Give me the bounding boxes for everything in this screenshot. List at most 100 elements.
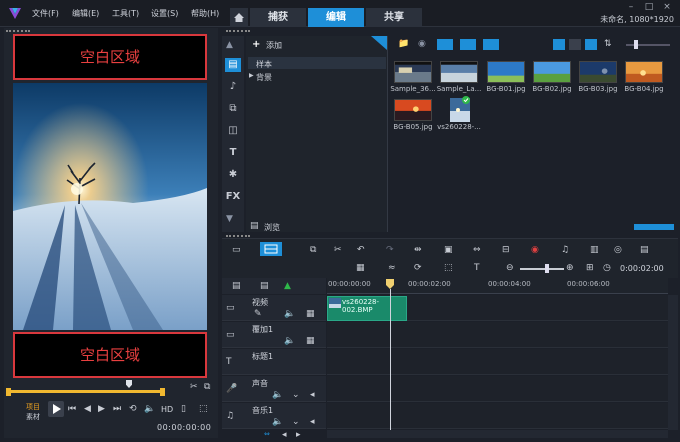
add-folder-button[interactable]: 添加 [266, 40, 282, 51]
folder-item-sample[interactable]: 样本 [248, 57, 386, 69]
track-motion-icon[interactable]: ⟳ [414, 263, 422, 273]
mute-icon[interactable]: 🔈 [272, 417, 283, 427]
panel-grip[interactable] [226, 235, 250, 237]
music-icon[interactable]: ♪ [225, 80, 241, 94]
thumbnail-size-handle[interactable] [634, 40, 638, 49]
tab-share[interactable]: 共享 [366, 8, 422, 27]
mute-icon[interactable]: 🔈 [284, 336, 295, 346]
add-icon[interactable]: + [252, 39, 260, 50]
trim-icon[interactable]: ⇹ [414, 245, 422, 255]
multicam-icon[interactable]: ◎ [614, 245, 622, 255]
expand-icon[interactable]: ◂ [310, 417, 315, 427]
view-list-icon[interactable] [553, 39, 565, 50]
view-thumbnails-icon[interactable] [585, 39, 597, 50]
track-header-video[interactable]: ▭ 视频 ✎ 🔈 ▦ [222, 295, 326, 321]
grid-icon[interactable]: ▦ [306, 336, 315, 346]
device-icon[interactable]: ▯ [181, 404, 186, 414]
play-button[interactable] [48, 401, 64, 417]
track-header-title[interactable]: T 标题1 [222, 349, 326, 375]
record-icon[interactable]: ◉ [418, 39, 426, 49]
expand-icon[interactable]: ◂ [310, 390, 315, 400]
fx-icon[interactable]: FX [225, 190, 241, 204]
aspect-icon[interactable]: ⬚ [199, 404, 208, 414]
scroll-left-icon[interactable]: ◂ [282, 430, 287, 440]
track-lane-music[interactable] [327, 403, 668, 429]
volume-icon[interactable]: 🔈 [144, 404, 155, 414]
minimize-icon[interactable]: – [624, 2, 638, 12]
preview-timecode[interactable]: 00:00:00:00 [157, 423, 211, 432]
media-thumb-6[interactable] [394, 99, 432, 121]
trim-bar[interactable] [8, 390, 164, 393]
zoom-in-icon[interactable]: ⊕ [566, 263, 574, 273]
record-audio-icon[interactable]: ◉ [531, 245, 539, 255]
redo-icon[interactable]: ↷ [386, 245, 394, 255]
browse-button[interactable]: 浏览 [264, 222, 280, 233]
mode-project[interactable]: 项目 [26, 402, 40, 412]
media-thumb-2[interactable] [487, 61, 525, 83]
scissors-icon[interactable]: ✂ [334, 245, 342, 255]
tab-capture[interactable]: 捕获 [250, 8, 306, 27]
maximize-icon[interactable]: □ [642, 2, 656, 12]
library-options-icon[interactable] [634, 224, 674, 230]
mask-icon[interactable]: ▦ [356, 263, 365, 273]
track-lane-overlay[interactable] [327, 322, 668, 348]
video-clip[interactable]: vs260228-002.BMP [327, 296, 407, 321]
fit-icon[interactable]: ▣ [444, 245, 453, 255]
filter-audio-button[interactable] [483, 39, 499, 50]
media-thumb-5[interactable] [625, 61, 663, 83]
menu-edit[interactable]: 编辑(E) [72, 8, 99, 19]
title-icon[interactable]: T [225, 146, 241, 160]
zoom-out-icon[interactable]: ⊖ [506, 263, 514, 273]
grid-icon[interactable]: ▦ [306, 309, 315, 319]
thumbnail-size-slider[interactable] [626, 44, 670, 46]
close-icon[interactable]: × [660, 2, 674, 12]
scroll-down-icon[interactable]: ▼ [226, 214, 233, 224]
menu-help[interactable]: 帮助(H) [191, 8, 219, 19]
lock-icon[interactable]: ✎ [254, 309, 262, 319]
storyboard-view-icon[interactable]: ▭ [232, 245, 241, 255]
transition-icon[interactable]: ⧉ [225, 102, 241, 116]
graphics-icon[interactable]: ✱ [225, 168, 241, 182]
timeline-view-button[interactable] [260, 242, 282, 256]
repeat-icon[interactable]: ⟲ [129, 404, 137, 414]
zoom-indicator-icon[interactable]: ⇔ [264, 430, 270, 438]
track-options-icon[interactable]: ▤ [260, 281, 269, 291]
zoom-handle[interactable] [545, 264, 549, 273]
track-header-overlay[interactable]: ▭ 覆加1 🔈 ▦ [222, 322, 326, 348]
import-folder-icon[interactable]: 📁 [398, 39, 409, 49]
media-thumb-1[interactable] [440, 61, 478, 83]
tab-home[interactable] [230, 8, 248, 27]
mute-icon[interactable]: 🔈 [272, 390, 283, 400]
go-start-icon[interactable]: ⏮ [68, 404, 76, 414]
prev-frame-icon[interactable]: ◀ [84, 404, 91, 414]
scroll-right-icon[interactable]: ▸ [296, 430, 301, 440]
split-icon[interactable]: ✂ [190, 382, 198, 392]
fit-project-icon[interactable]: ⊞ [586, 263, 594, 273]
go-end-icon[interactable]: ⏭ [113, 404, 121, 414]
track-lane-title[interactable] [327, 349, 668, 375]
mute-icon[interactable]: 🔈 [284, 309, 295, 319]
playhead-marker-icon[interactable] [386, 279, 394, 289]
track-header-music[interactable]: ♫ 音乐1 🔈 ⌄ ◂ [222, 403, 326, 429]
mode-clip[interactable]: 素材 [26, 412, 40, 422]
media-thumb-4[interactable] [579, 61, 617, 83]
split-screen-icon[interactable]: ⇔ [473, 245, 481, 255]
enlarge-preview-icon[interactable]: ⧉ [204, 382, 210, 392]
subtitle-icon[interactable]: ▤ [640, 245, 649, 255]
filter-photo-button[interactable] [460, 39, 476, 50]
panel-grip[interactable] [6, 30, 30, 32]
menu-file[interactable]: 文件(F) [32, 8, 59, 19]
ripple-icon[interactable]: ▲ [284, 281, 291, 291]
audio-mixer-icon[interactable]: ♫ [561, 245, 569, 255]
menu-settings[interactable]: 设置(S) [151, 8, 178, 19]
effect-icon[interactable]: ◫ [225, 124, 241, 138]
motion-icon[interactable]: ≈ [388, 263, 396, 273]
menu-tools[interactable]: 工具(T) [112, 8, 139, 19]
vertical-scrollbar[interactable] [668, 295, 678, 430]
mark-out-handle[interactable] [160, 388, 165, 396]
folder-item-background[interactable]: ▶ 背景 [248, 70, 386, 82]
crop-icon[interactable]: ⬚ [444, 263, 453, 273]
track-manager-icon[interactable]: ⊟ [502, 245, 510, 255]
view-details-icon[interactable] [569, 39, 581, 50]
chapter-icon[interactable]: ▥ [590, 245, 599, 255]
